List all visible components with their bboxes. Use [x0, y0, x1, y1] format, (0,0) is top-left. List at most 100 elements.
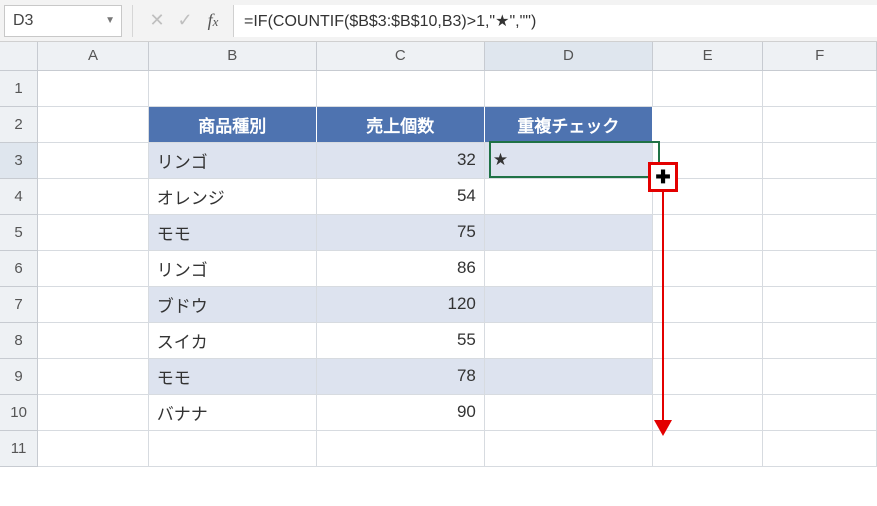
row-3: 3 リンゴ 32 ★	[0, 142, 877, 178]
col-header-D[interactable]: D	[484, 42, 652, 70]
cell-A1[interactable]	[38, 70, 149, 106]
row-header-1[interactable]: 1	[0, 70, 38, 106]
formula-bar: D3 ▼ ✕ ✓ fx =IF(COUNTIF($B$3:$B$10,B3)>1…	[0, 0, 877, 42]
cell-E7[interactable]	[652, 286, 763, 322]
row-2: 2 商品種別 売上個数 重複チェック	[0, 106, 877, 142]
cell-F1[interactable]	[763, 70, 877, 106]
cell-A2[interactable]	[38, 106, 149, 142]
cell-F7[interactable]	[763, 286, 877, 322]
cell-B10[interactable]: バナナ	[148, 394, 316, 430]
select-all-corner[interactable]	[0, 42, 38, 70]
cell-A8[interactable]	[38, 322, 149, 358]
cell-F10[interactable]	[763, 394, 877, 430]
cell-E5[interactable]	[652, 214, 763, 250]
cell-B7[interactable]: ブドウ	[148, 286, 316, 322]
cell-A6[interactable]	[38, 250, 149, 286]
row-10: 10 バナナ 90	[0, 394, 877, 430]
cell-D7[interactable]	[484, 286, 652, 322]
row-header-4[interactable]: 4	[0, 178, 38, 214]
cell-F9[interactable]	[763, 358, 877, 394]
row-header-6[interactable]: 6	[0, 250, 38, 286]
row-6: 6 リンゴ 86	[0, 250, 877, 286]
cell-A7[interactable]	[38, 286, 149, 322]
cell-B3[interactable]: リンゴ	[148, 142, 316, 178]
row-11: 11	[0, 430, 877, 466]
separator	[132, 5, 133, 37]
cell-C11[interactable]	[316, 430, 484, 466]
cell-C10[interactable]: 90	[316, 394, 484, 430]
formula-input[interactable]: =IF(COUNTIF($B$3:$B$10,B3)>1,"★","")	[233, 5, 877, 37]
cell-A5[interactable]	[38, 214, 149, 250]
cell-E8[interactable]	[652, 322, 763, 358]
cell-D4[interactable]	[484, 178, 652, 214]
cell-C6[interactable]: 86	[316, 250, 484, 286]
cell-F8[interactable]	[763, 322, 877, 358]
formula-text: =IF(COUNTIF($B$3:$B$10,B3)>1,"★","")	[244, 11, 536, 31]
cell-C7[interactable]: 120	[316, 286, 484, 322]
cell-F3[interactable]	[763, 142, 877, 178]
name-box-value: D3	[13, 12, 33, 30]
cell-E6[interactable]	[652, 250, 763, 286]
cell-F11[interactable]	[763, 430, 877, 466]
name-box-dropdown-icon[interactable]: ▼	[105, 15, 115, 26]
cell-F5[interactable]	[763, 214, 877, 250]
cell-C8[interactable]: 55	[316, 322, 484, 358]
cell-C2[interactable]: 売上個数	[316, 106, 484, 142]
cancel-icon[interactable]: ✕	[143, 10, 171, 31]
cell-D10[interactable]	[484, 394, 652, 430]
col-header-F[interactable]: F	[763, 42, 877, 70]
row-header-2[interactable]: 2	[0, 106, 38, 142]
row-header-7[interactable]: 7	[0, 286, 38, 322]
worksheet[interactable]: A B C D E F 1 2 商品種別 売上個数 重複チェック 3	[0, 42, 877, 467]
cell-E4[interactable]	[652, 178, 763, 214]
cell-A3[interactable]	[38, 142, 149, 178]
col-header-C[interactable]: C	[316, 42, 484, 70]
cell-F6[interactable]	[763, 250, 877, 286]
cell-E1[interactable]	[652, 70, 763, 106]
cell-C9[interactable]: 78	[316, 358, 484, 394]
cell-C5[interactable]: 75	[316, 214, 484, 250]
row-1: 1	[0, 70, 877, 106]
cell-B9[interactable]: モモ	[148, 358, 316, 394]
cell-A10[interactable]	[38, 394, 149, 430]
cell-B6[interactable]: リンゴ	[148, 250, 316, 286]
cell-B1[interactable]	[148, 70, 316, 106]
cell-A11[interactable]	[38, 430, 149, 466]
row-header-11[interactable]: 11	[0, 430, 38, 466]
cell-D11[interactable]	[484, 430, 652, 466]
cell-D1[interactable]	[484, 70, 652, 106]
col-header-E[interactable]: E	[652, 42, 763, 70]
cell-B11[interactable]	[148, 430, 316, 466]
cell-C3[interactable]: 32	[316, 142, 484, 178]
row-header-3[interactable]: 3	[0, 142, 38, 178]
cell-D8[interactable]	[484, 322, 652, 358]
cell-D3[interactable]: ★	[484, 142, 652, 178]
enter-icon[interactable]: ✓	[171, 10, 199, 31]
cell-B5[interactable]: モモ	[148, 214, 316, 250]
cell-E9[interactable]	[652, 358, 763, 394]
cell-B4[interactable]: オレンジ	[148, 178, 316, 214]
cell-D2[interactable]: 重複チェック	[484, 106, 652, 142]
cell-B8[interactable]: スイカ	[148, 322, 316, 358]
row-header-9[interactable]: 9	[0, 358, 38, 394]
cell-B2[interactable]: 商品種別	[148, 106, 316, 142]
fx-icon[interactable]: fx	[199, 10, 227, 31]
row-header-5[interactable]: 5	[0, 214, 38, 250]
row-7: 7 ブドウ 120	[0, 286, 877, 322]
cell-D9[interactable]	[484, 358, 652, 394]
col-header-B[interactable]: B	[148, 42, 316, 70]
cell-C4[interactable]: 54	[316, 178, 484, 214]
cell-C1[interactable]	[316, 70, 484, 106]
cell-E2[interactable]	[652, 106, 763, 142]
cell-D6[interactable]	[484, 250, 652, 286]
row-header-8[interactable]: 8	[0, 322, 38, 358]
row-header-10[interactable]: 10	[0, 394, 38, 430]
cell-A4[interactable]	[38, 178, 149, 214]
cell-F4[interactable]	[763, 178, 877, 214]
cell-F2[interactable]	[763, 106, 877, 142]
col-header-A[interactable]: A	[38, 42, 149, 70]
cell-A9[interactable]	[38, 358, 149, 394]
cell-D5[interactable]	[484, 214, 652, 250]
name-box[interactable]: D3 ▼	[4, 5, 122, 37]
cell-E3[interactable]	[652, 142, 763, 178]
